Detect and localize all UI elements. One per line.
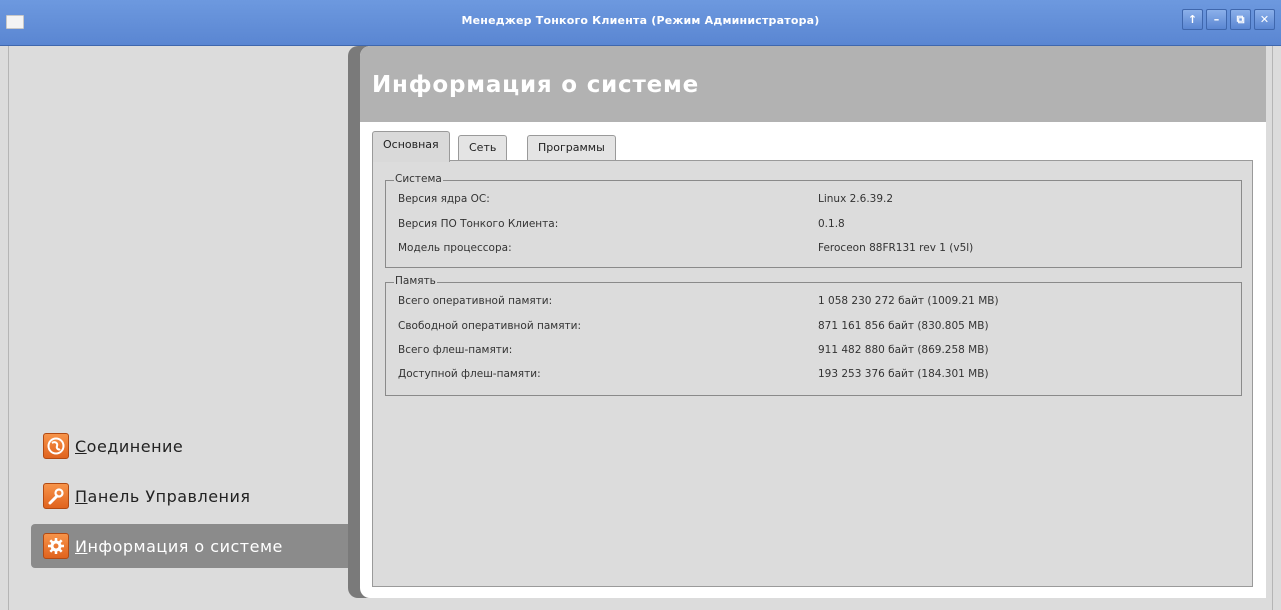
tab-network[interactable]: Сеть: [458, 135, 508, 160]
info-value: 911 482 880 байт (869.258 MB): [818, 344, 989, 356]
info-value: 0.1.8: [818, 218, 845, 230]
sidebar-item-control-panel[interactable]: Панель Управления: [31, 474, 357, 518]
info-value: 871 161 856 байт (830.805 MB): [818, 320, 989, 332]
close-button[interactable]: ✕: [1254, 9, 1275, 30]
keep-above-button[interactable]: ↑: [1182, 9, 1203, 30]
info-row: Доступной флеш-памяти: 193 253 376 байт …: [398, 368, 1229, 386]
info-value: 193 253 376 байт (184.301 MB): [818, 368, 989, 380]
sidebar-item-label: Соединение: [75, 436, 184, 456]
tab-programs[interactable]: Программы: [527, 135, 616, 160]
group-legend: Память: [394, 275, 437, 287]
memory-group: Память Всего оперативной памяти: 1 058 2…: [385, 275, 1242, 396]
maximize-button[interactable]: ⧉: [1230, 9, 1251, 30]
page-title: Информация о системе: [372, 72, 700, 98]
info-label: Модель процессора:: [398, 242, 512, 254]
sidebar-item-connection[interactable]: Соединение: [31, 424, 357, 468]
title-bar: Менеджер Тонкого Клиента (Режим Админист…: [0, 0, 1281, 46]
info-label: Версия ядра ОС:: [398, 193, 490, 205]
window-controls: ↑ – ⧉ ✕: [1182, 9, 1275, 30]
info-row: Версия ядра ОС: Linux 2.6.39.2: [398, 193, 1229, 211]
tab-main[interactable]: Основная: [372, 131, 450, 162]
info-value: Feroceon 88FR131 rev 1 (v5l): [818, 242, 974, 254]
info-label: Версия ПО Тонкого Клиента:: [398, 218, 559, 230]
tab-content: Система Версия ядра ОС: Linux 2.6.39.2 В…: [372, 160, 1253, 587]
system-group: Система Версия ядра ОС: Linux 2.6.39.2 В…: [385, 173, 1242, 268]
wrench-icon: [43, 483, 69, 509]
sidebar-item-label: Панель Управления: [75, 486, 251, 506]
info-value: Linux 2.6.39.2: [818, 193, 894, 205]
info-row: Свободной оперативной памяти: 871 161 85…: [398, 320, 1229, 338]
globe-icon: [43, 433, 69, 459]
info-row: Всего оперативной памяти: 1 058 230 272 …: [398, 295, 1229, 313]
info-label: Всего флеш-памяти:: [398, 344, 513, 356]
sidebar-item-system-info[interactable]: Информация о системе: [31, 524, 357, 568]
info-value: 1 058 230 272 байт (1009.21 MB): [818, 295, 999, 307]
group-legend: Система: [394, 173, 443, 185]
content-panel: Информация о системе Основная Сеть Прогр…: [360, 46, 1266, 598]
info-label: Доступной флеш-памяти:: [398, 368, 541, 380]
minimize-button[interactable]: –: [1206, 9, 1227, 30]
info-row: Всего флеш-памяти: 911 482 880 байт (869…: [398, 344, 1229, 362]
info-label: Свободной оперативной памяти:: [398, 320, 581, 332]
panel-header: Информация о системе: [360, 46, 1266, 122]
sidebar-item-label: Информация о системе: [75, 536, 283, 556]
info-row: Модель процессора: Feroceon 88FR131 rev …: [398, 242, 1229, 260]
info-row: Версия ПО Тонкого Клиента: 0.1.8: [398, 218, 1229, 236]
window-title: Менеджер Тонкого Клиента (Режим Админист…: [461, 14, 820, 27]
info-label: Всего оперативной памяти:: [398, 295, 553, 307]
gear-icon: [43, 533, 69, 559]
